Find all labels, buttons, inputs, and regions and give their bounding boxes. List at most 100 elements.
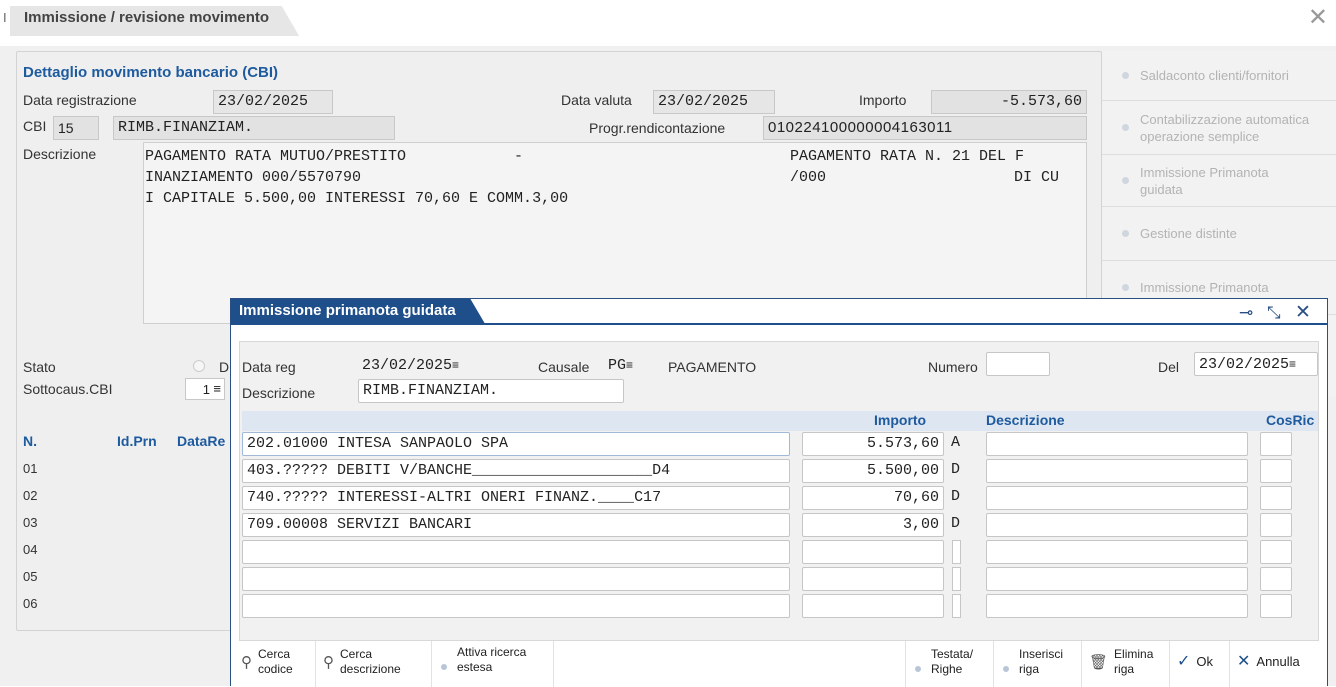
collapse-icon[interactable]: ⤡ [1267, 303, 1281, 323]
label-line: Testata/ [931, 647, 974, 661]
header-cosric: CosRic [1266, 412, 1315, 428]
dare-avere-field[interactable]: D [951, 486, 961, 510]
cerca-codice-button[interactable]: ⚲ Cerca codice [241, 647, 293, 677]
cerca-descrizione-button[interactable]: ⚲ Cerca descrizione [323, 647, 401, 677]
dare-avere-value: D [951, 488, 961, 505]
cosric-input[interactable] [1260, 486, 1292, 510]
cosric-input[interactable] [1260, 540, 1292, 564]
attiva-ricerca-button[interactable]: Attiva ricerca estesa [441, 645, 526, 675]
importo-input[interactable] [802, 594, 944, 618]
label-line: Attiva ricerca [457, 645, 527, 659]
sottocaus-field[interactable]: 1 ≡ [185, 378, 225, 400]
conto-input[interactable] [242, 567, 790, 591]
close-icon[interactable]: ✕ [1308, 6, 1328, 30]
importo-field[interactable]: -5.573,60 [931, 90, 1087, 114]
dare-avere-field[interactable]: A [951, 432, 961, 456]
dialog-close-icon[interactable]: ✕ [1295, 303, 1311, 323]
grid-row-number[interactable]: 06 [23, 596, 37, 611]
bullet-icon [1003, 666, 1009, 672]
stato-radio[interactable] [193, 360, 205, 372]
check-icon: ✓ [1177, 653, 1191, 670]
pin-icon[interactable]: ⊸ [1239, 303, 1253, 323]
stato-option-label: D [219, 359, 230, 375]
dare-avere-field[interactable]: D [951, 513, 961, 537]
inserisci-riga-label: Inserisci riga [1019, 647, 1063, 677]
label-line: descrizione [340, 662, 401, 676]
list-icon: ≡ [452, 358, 460, 372]
grid-row-number[interactable]: 04 [23, 542, 37, 557]
cosric-input[interactable] [1260, 513, 1292, 537]
dare-avere-field[interactable] [952, 540, 961, 564]
cosric-input[interactable] [1260, 459, 1292, 483]
dialog-title: Immissione primanota guidata [231, 299, 486, 325]
desc-line-1-left: PAGAMENTO RATA MUTUO/PRESTITO [145, 148, 407, 165]
descrizione-textarea[interactable]: PAGAMENTO RATA MUTUO/PRESTITO - PAGAMENT… [143, 142, 1087, 324]
data-reg-field[interactable]: 23/02/2025≡ [362, 357, 459, 374]
annulla-button[interactable]: ✕ Annulla [1237, 654, 1300, 670]
grid-row-number[interactable]: 02 [23, 488, 37, 503]
bullet-icon [1122, 124, 1129, 131]
elimina-riga-button[interactable]: 🗑 Elimina riga [1089, 647, 1153, 677]
conto-input[interactable]: 709.00008 SERVIZI BANCARI [242, 513, 790, 537]
dare-avere-field[interactable] [952, 594, 961, 618]
dare-avere-field[interactable] [952, 567, 961, 591]
riga-descrizione-input[interactable] [986, 432, 1248, 456]
inserisci-riga-button[interactable]: Inserisci riga [1003, 647, 1063, 677]
dare-avere-field[interactable]: D [951, 459, 961, 483]
grid-header-idprn: Id.Prn [117, 433, 157, 449]
stato-label: Stato [23, 359, 56, 375]
toolbar-separator [315, 641, 316, 687]
immissione-primanota-label: Immissione Primanota [1140, 280, 1269, 295]
importo-input[interactable]: 70,60 [802, 486, 944, 510]
cosric-input[interactable] [1260, 567, 1292, 591]
cosric-input[interactable] [1260, 594, 1292, 618]
riga-descrizione-input[interactable] [986, 486, 1248, 510]
cosric-input[interactable] [1260, 432, 1292, 456]
contabilizzazione-label: Contabilizzazione automatica operazione … [1140, 111, 1310, 144]
list-icon: ≡ [213, 381, 221, 396]
riga-descrizione-input[interactable] [986, 459, 1248, 483]
saldaconto-button[interactable]: Saldaconto clienti/fornitori [1102, 51, 1336, 101]
label-line: Elimina [1114, 647, 1154, 661]
causale-code-field[interactable]: PG≡ [608, 357, 633, 374]
left-edge-mark: I [3, 10, 7, 25]
header-descrizione: Descrizione [986, 412, 1065, 428]
cbi-desc-field[interactable]: RIMB.FINANZIAM. [113, 116, 395, 140]
conto-input[interactable] [242, 594, 790, 618]
ok-button[interactable]: ✓ Ok [1177, 653, 1213, 670]
label-line: codice [258, 662, 293, 676]
gestione-distinte-button[interactable]: Gestione distinte [1102, 207, 1336, 261]
grid-row-number[interactable]: 05 [23, 569, 37, 584]
importo-input[interactable] [802, 567, 944, 591]
numero-field[interactable] [986, 352, 1050, 376]
title-bar: Immissione / revisione movimento ✕ [0, 0, 1336, 46]
data-reg-value: 23/02/2025 [362, 357, 453, 374]
conto-input[interactable]: 202.01000 INTESA SANPAOLO SPA [242, 432, 790, 456]
riga-descrizione-input[interactable] [986, 540, 1248, 564]
importo-input[interactable]: 5.500,00 [802, 459, 944, 483]
importo-input[interactable]: 5.573,60 [802, 432, 944, 456]
progr-field[interactable]: 010224100000004163011 [763, 116, 1087, 140]
riga-descrizione-input[interactable] [986, 567, 1248, 591]
conto-input[interactable] [242, 540, 790, 564]
importo-input[interactable]: 3,00 [802, 513, 944, 537]
primanota-guidata-button[interactable]: Immissione Primanota guidata [1102, 155, 1336, 207]
conto-input[interactable]: 403.????? DEBITI V/BANCHE_______________… [242, 459, 790, 483]
toolbar-separator [993, 641, 994, 687]
grid-row-number[interactable]: 03 [23, 515, 37, 530]
riga-descrizione-input[interactable] [986, 594, 1248, 618]
importo-input[interactable] [802, 540, 944, 564]
grid-row-number[interactable]: 01 [23, 461, 37, 476]
bullet-icon [1122, 284, 1129, 291]
data-valuta-field[interactable]: 23/02/2025 [653, 90, 775, 114]
data-registrazione-field[interactable]: 23/02/2025 [213, 90, 333, 114]
contabilizzazione-button[interactable]: Contabilizzazione automatica operazione … [1102, 101, 1336, 155]
trash-icon: 🗑 [1089, 653, 1109, 671]
cbi-code-field[interactable]: 15 [53, 116, 99, 140]
riga-descrizione-input[interactable] [986, 513, 1248, 537]
data-registrazione-label: Data registrazione [23, 92, 137, 108]
conto-input[interactable]: 740.????? INTERESSI-ALTRI ONERI FINANZ._… [242, 486, 790, 510]
del-field[interactable]: 23/02/2025≡ [1194, 352, 1318, 376]
testata-righe-button[interactable]: Testata/Righe [915, 647, 973, 677]
descrizione-input[interactable]: RIMB.FINANZIAM. [358, 379, 624, 403]
